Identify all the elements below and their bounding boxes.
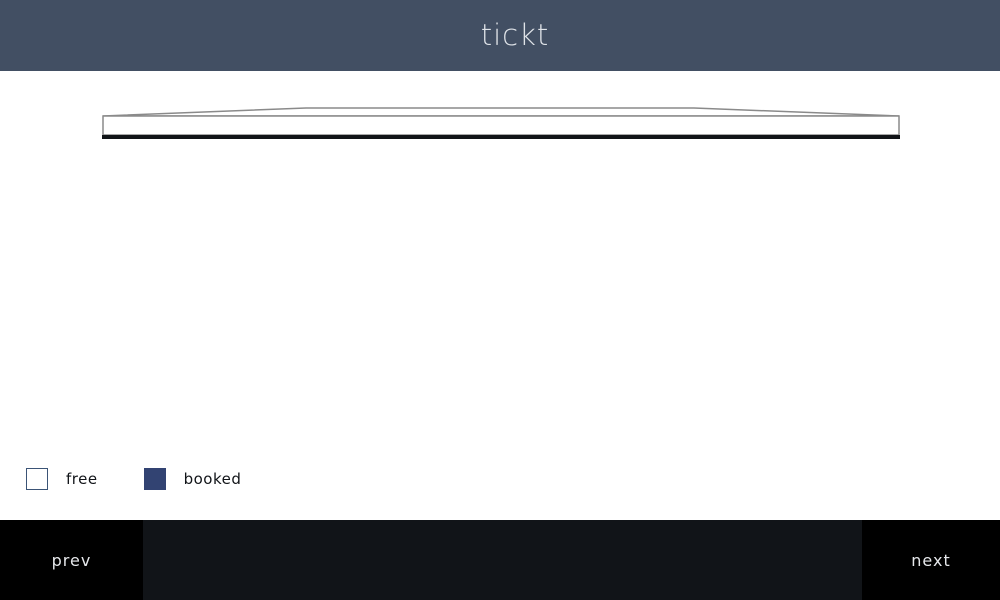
prev-button[interactable]: prev [0, 520, 143, 600]
screen-base-bar [102, 135, 900, 139]
booking-app: tickt free booked prev next [0, 0, 1000, 600]
free-seat-swatch [26, 468, 48, 490]
seat-legend: free booked [26, 466, 287, 492]
screen-perspective-top [102, 107, 900, 117]
seat-map-area [0, 150, 1000, 440]
footer-middle-panel [143, 520, 862, 600]
screen-panel [102, 115, 900, 136]
legend-item-free: free [26, 468, 98, 490]
legend-label-booked: booked [183, 470, 242, 488]
legend-item-booked: booked [143, 468, 242, 490]
legend-label-free: free [66, 470, 98, 488]
booked-seat-swatch [143, 468, 166, 490]
next-button[interactable]: next [862, 520, 1000, 600]
footer-nav: prev next [0, 520, 1000, 600]
